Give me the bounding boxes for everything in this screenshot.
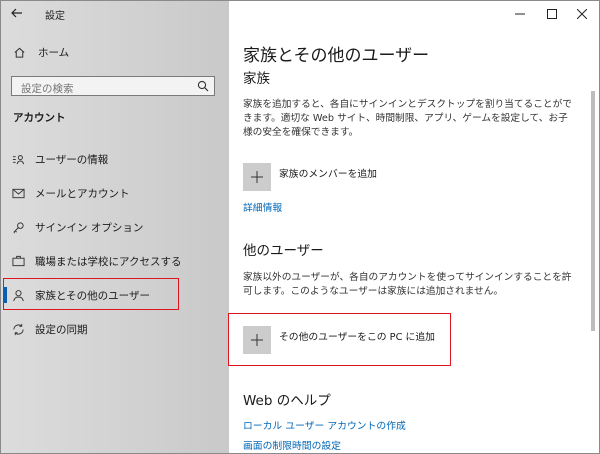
minimize-button[interactable] xyxy=(503,1,537,27)
mail-icon xyxy=(11,186,25,200)
window-title: 設定 xyxy=(45,11,65,22)
sidebar: 設定 ホーム アカウント ユーザーの情報 メールとアカウント xyxy=(1,1,229,453)
home-icon xyxy=(14,47,25,58)
other-users-description: 家族以外のユーザーが、各自のアカウントを使ってサインインすることを許可します。こ… xyxy=(243,272,572,297)
details-link[interactable]: 詳細情報 xyxy=(243,200,282,214)
sidebar-item-user-info[interactable]: ユーザーの情報 xyxy=(1,144,229,174)
highlight-box-sidebar xyxy=(3,278,179,310)
briefcase-icon xyxy=(11,254,25,268)
sidebar-item-label: 設定の同期 xyxy=(35,323,88,336)
back-arrow-icon xyxy=(11,8,22,18)
page-title: 家族とその他のユーザー xyxy=(243,46,430,66)
home-label: ホーム xyxy=(38,46,70,59)
sidebar-item-label: ユーザーの情報 xyxy=(35,153,109,166)
add-family-member-button[interactable]: 家族のメンバーを追加 xyxy=(243,163,377,191)
maximize-button[interactable] xyxy=(535,1,569,27)
add-family-member-label: 家族のメンバーを追加 xyxy=(279,169,377,180)
sidebar-item-email-accounts[interactable]: メールとアカウント xyxy=(1,178,229,208)
search-icon[interactable] xyxy=(197,80,209,92)
back-button[interactable] xyxy=(9,5,29,21)
highlight-box-add-user xyxy=(228,313,451,366)
maximize-icon xyxy=(547,9,557,19)
sidebar-item-label: メールとアカウント xyxy=(35,187,130,200)
close-button[interactable] xyxy=(565,1,599,27)
sidebar-item-sign-in-options[interactable]: サインイン オプション xyxy=(1,212,229,242)
main-content: 家族とその他のユーザー 家族 家族を追加すると、各自にサインインとデスクトップを… xyxy=(228,1,599,453)
minimize-icon xyxy=(515,13,525,15)
sidebar-item-label: 職場または学校にアクセスする xyxy=(35,255,182,268)
home-nav[interactable]: ホーム xyxy=(13,43,69,61)
web-help-link-screen-time[interactable]: 画面の制限時間の設定 xyxy=(243,438,341,452)
user-info-icon xyxy=(11,152,25,166)
search-box[interactable] xyxy=(11,76,215,98)
family-description: 家族を追加すると、各自にサインインとデスクトップを割り当てることができます。適切… xyxy=(243,99,572,138)
sync-icon xyxy=(11,322,25,336)
sidebar-item-label: サインイン オプション xyxy=(35,221,144,234)
family-heading: 家族 xyxy=(243,71,270,87)
plus-icon xyxy=(243,163,271,191)
other-users-heading: 他のユーザー xyxy=(243,243,324,259)
web-help-link-local-account[interactable]: ローカル ユーザー アカウントの作成 xyxy=(243,418,406,432)
sidebar-item-sync[interactable]: 設定の同期 xyxy=(1,314,229,344)
search-input[interactable] xyxy=(12,80,197,98)
settings-window: 設定 ホーム アカウント ユーザーの情報 メールとアカウント xyxy=(0,0,600,454)
key-icon xyxy=(11,220,25,234)
web-help-heading: Web のヘルプ xyxy=(243,393,331,409)
section-title: アカウント xyxy=(13,112,66,124)
close-icon xyxy=(577,9,587,19)
sidebar-item-work-school[interactable]: 職場または学校にアクセスする xyxy=(1,246,229,276)
scrollbar[interactable] xyxy=(591,91,595,331)
